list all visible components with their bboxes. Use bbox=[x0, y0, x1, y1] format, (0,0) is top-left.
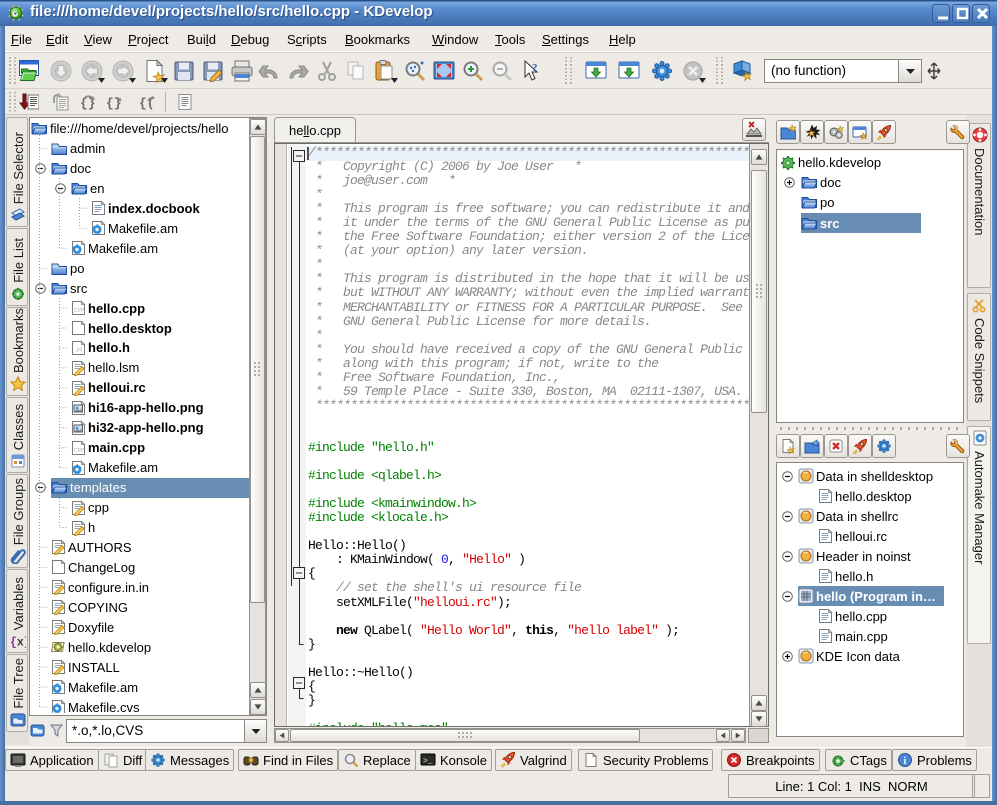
svg-text:i: i bbox=[904, 756, 907, 767]
svg-text:?: ? bbox=[532, 62, 538, 74]
svg-text:>_: >_ bbox=[423, 757, 433, 766]
